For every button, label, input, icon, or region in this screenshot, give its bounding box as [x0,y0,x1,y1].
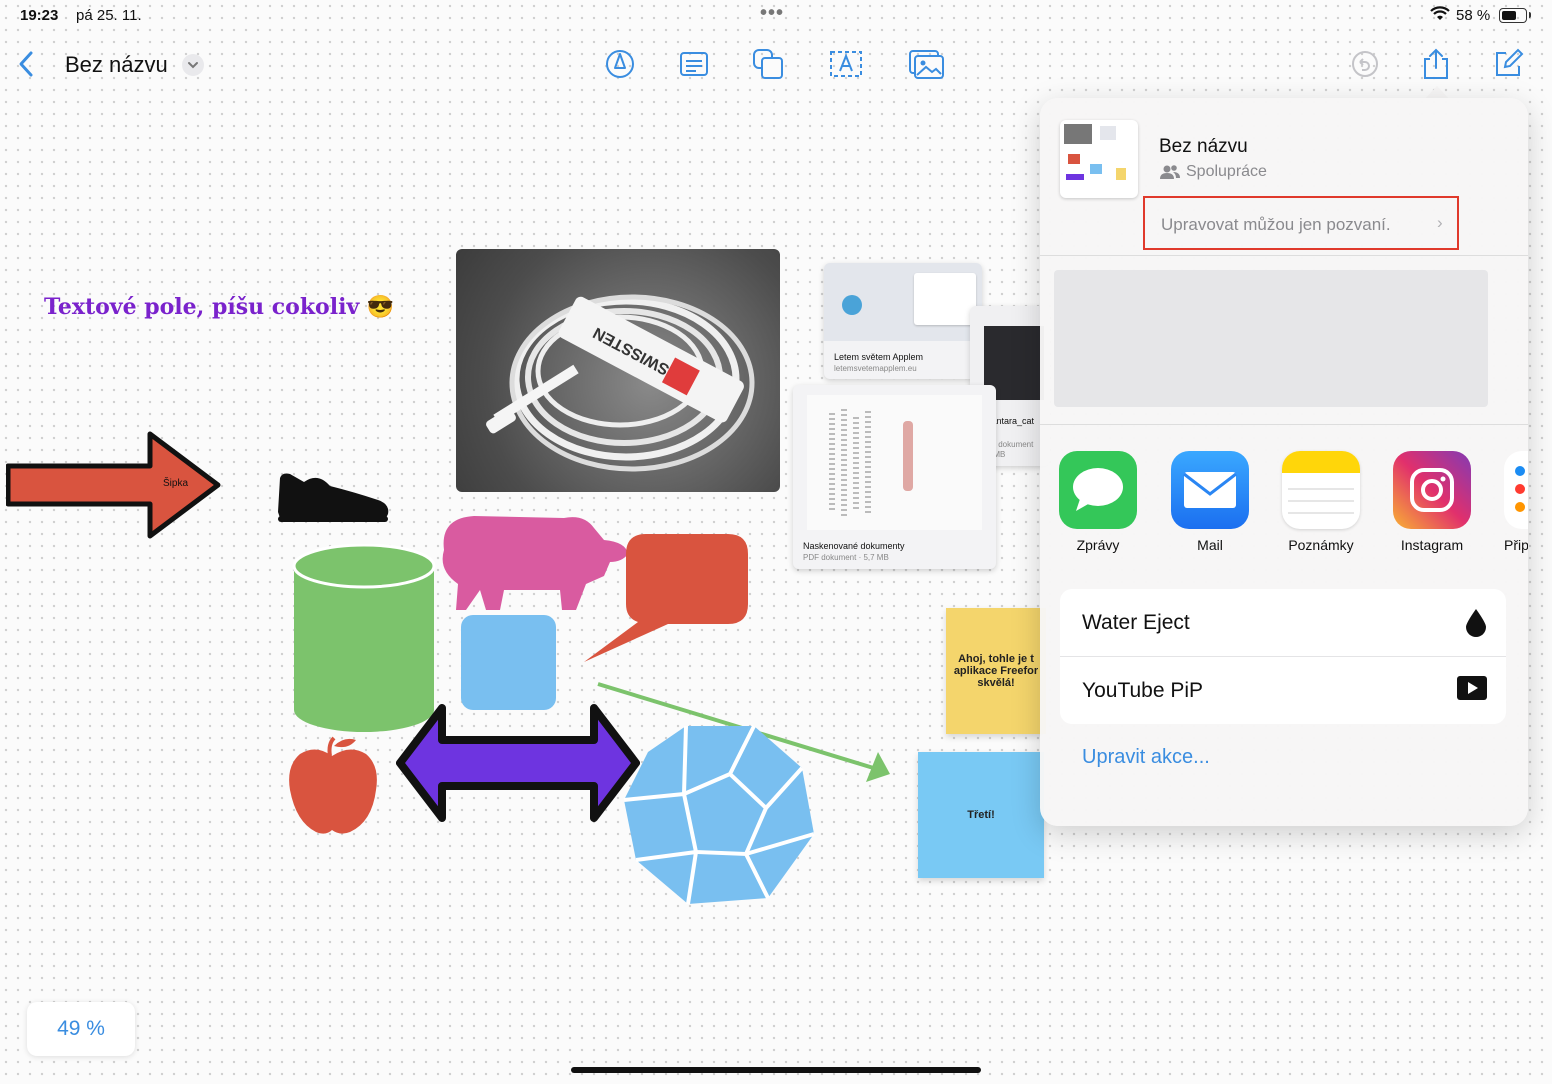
rounded-square-shape[interactable] [461,615,556,710]
link-card-title: Letem světem Applem [834,352,924,362]
app-notes-label: Poznámky [1288,537,1354,553]
app-notes[interactable]: Poznámky [1281,451,1361,553]
play-icon [1456,675,1488,706]
apple-shape[interactable] [286,732,380,836]
multitasking-dots-icon[interactable]: ••• [760,2,784,25]
speech-bubble-shape[interactable] [580,530,752,666]
pdf-card-scanned[interactable]: Naskenované dokumenty PDF dokument · 5,7… [793,385,996,569]
arrow-shape[interactable] [6,430,222,540]
dodecahedron-shape[interactable] [622,722,816,908]
app-instagram[interactable]: Instagram [1392,451,1472,553]
sticky-note-yellow[interactable]: Ahoj, tohle je t aplikace Freefor skvělá… [946,608,1046,734]
app-reminders-label: Přip [1504,537,1528,553]
mail-icon [1171,451,1249,529]
app-mail[interactable]: Mail [1170,451,1250,553]
share-sheet-subtitle: Spolupráce [1186,163,1267,180]
canvas-text-field[interactable]: Textové pole, píšu cokoliv 😎 [44,294,394,320]
permission-setting[interactable]: Upravovat můžou jen pozvaní. › [1143,196,1459,250]
share-sheet-title: Bez názvu [1159,136,1248,157]
messages-icon [1059,451,1137,529]
share-icon[interactable] [1416,44,1456,84]
drop-icon [1464,607,1488,642]
zoom-indicator[interactable]: 49 % [27,1002,135,1056]
action-water-eject[interactable]: Water Eject [1060,589,1506,656]
app-mail-label: Mail [1197,537,1223,553]
compose-icon[interactable] [1488,44,1528,84]
back-icon[interactable] [6,44,46,84]
app-instagram-label: Instagram [1400,537,1464,553]
people-icon [1160,164,1180,185]
site-logo-icon [842,295,862,315]
contact-suggestions-area [1054,270,1488,407]
battery-icon [1499,8,1527,23]
sticky-note-icon[interactable] [674,44,714,84]
shoe-icon[interactable] [274,468,392,524]
cable-photo[interactable]: SWISSTEN [456,249,780,492]
pdf-card-scanned-title: Naskenované dokumenty [803,541,905,551]
chevron-right-icon: › [1437,213,1443,232]
reminders-icon [1504,451,1528,529]
app-messages[interactable]: Zprávy [1058,451,1138,553]
sticky-note-blue-text: Třetí! [967,809,995,821]
pdf-card-scanned-meta: PDF dokument · 5,7 MB [803,553,889,562]
chevron-down-icon[interactable] [182,54,204,76]
arrow-label: Šipka [163,478,189,489]
status-bar: 19:23 pá 25. 11. ••• 58 % [0,0,1552,32]
action-youtube-pip[interactable]: YouTube PiP [1060,657,1506,724]
double-arrow-shape[interactable] [396,704,640,822]
action-water-eject-label: Water Eject [1082,611,1190,634]
actions-list: Water Eject YouTube PiP [1060,589,1506,724]
divider [1040,424,1528,425]
shapes-icon[interactable] [748,44,788,84]
wifi-icon [1430,6,1450,26]
document-title[interactable]: Bez názvu [65,52,168,78]
divider [1040,255,1528,256]
text-box-icon[interactable] [826,44,866,84]
instagram-icon [1393,451,1471,529]
sticky-note-yellow-text: Ahoj, tohle je t aplikace Freefor skvělá… [953,653,1039,689]
pen-icon[interactable] [600,44,640,84]
share-sheet: Bez názvu Spolupráce Upravovat můžou jen… [1040,98,1528,826]
link-card-url: letemsvetemapplem.eu [834,364,917,373]
notes-icon [1282,451,1360,529]
link-card[interactable]: Letem světem Applem letemsvetemapplem.eu [824,263,982,379]
sticky-note-blue[interactable]: Třetí! [918,752,1044,878]
status-date: pá 25. 11. [76,7,142,24]
edit-actions-link[interactable]: Upravit akce... [1082,746,1210,769]
media-icon[interactable] [906,44,946,84]
undo-icon[interactable] [1345,44,1385,84]
document-thumbnail [1060,120,1138,198]
app-reminders[interactable]: Přip [1504,451,1528,553]
status-time: 19:23 [20,7,59,24]
action-youtube-pip-label: YouTube PiP [1082,679,1204,702]
permission-label: Upravovat můžou jen pozvaní. [1161,215,1391,234]
home-indicator[interactable] [571,1067,981,1073]
battery-percent: 58 % [1456,7,1491,24]
app-messages-label: Zprávy [1076,537,1120,553]
